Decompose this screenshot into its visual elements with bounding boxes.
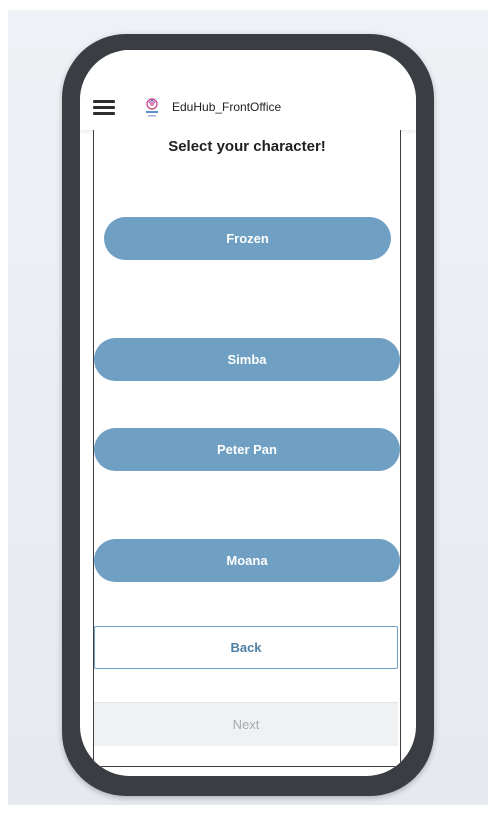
character-button-moana[interactable]: Moana	[94, 539, 400, 582]
page-title: Select your character!	[168, 138, 326, 155]
hamburger-menu-icon[interactable]	[93, 99, 115, 117]
back-button[interactable]: Back	[94, 626, 398, 669]
app-header: EduHub_FrontOffice	[80, 50, 416, 130]
next-button[interactable]: Next	[94, 702, 398, 746]
app-logo-icon	[146, 98, 158, 117]
character-button-frozen[interactable]: Frozen	[104, 217, 391, 260]
character-selection-panel: Select your character! Frozen Simba Pete…	[93, 130, 401, 767]
character-button-simba[interactable]: Simba	[94, 338, 400, 381]
character-button-peter-pan[interactable]: Peter Pan	[94, 428, 400, 471]
phone-screen: EduHub_FrontOffice Select your character…	[80, 50, 416, 776]
app-title: EduHub_FrontOffice	[172, 100, 282, 114]
